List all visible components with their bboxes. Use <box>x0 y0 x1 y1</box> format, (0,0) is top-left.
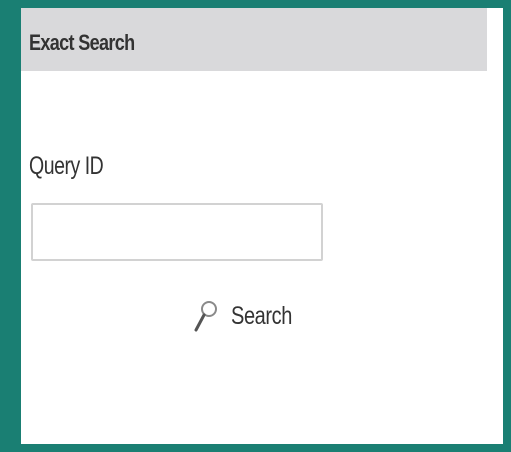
panel-title: Exact Search <box>29 30 135 55</box>
query-id-label: Query ID <box>29 152 104 180</box>
search-button[interactable]: Search <box>193 294 307 338</box>
magnifier-icon <box>193 299 219 333</box>
search-button-label: Search <box>231 301 292 330</box>
window-frame: Exact Search Query ID Search <box>0 0 511 452</box>
exact-search-panel: Exact Search Query ID Search <box>21 8 503 444</box>
panel-header: Exact Search <box>21 8 487 71</box>
query-id-input[interactable] <box>31 203 323 261</box>
